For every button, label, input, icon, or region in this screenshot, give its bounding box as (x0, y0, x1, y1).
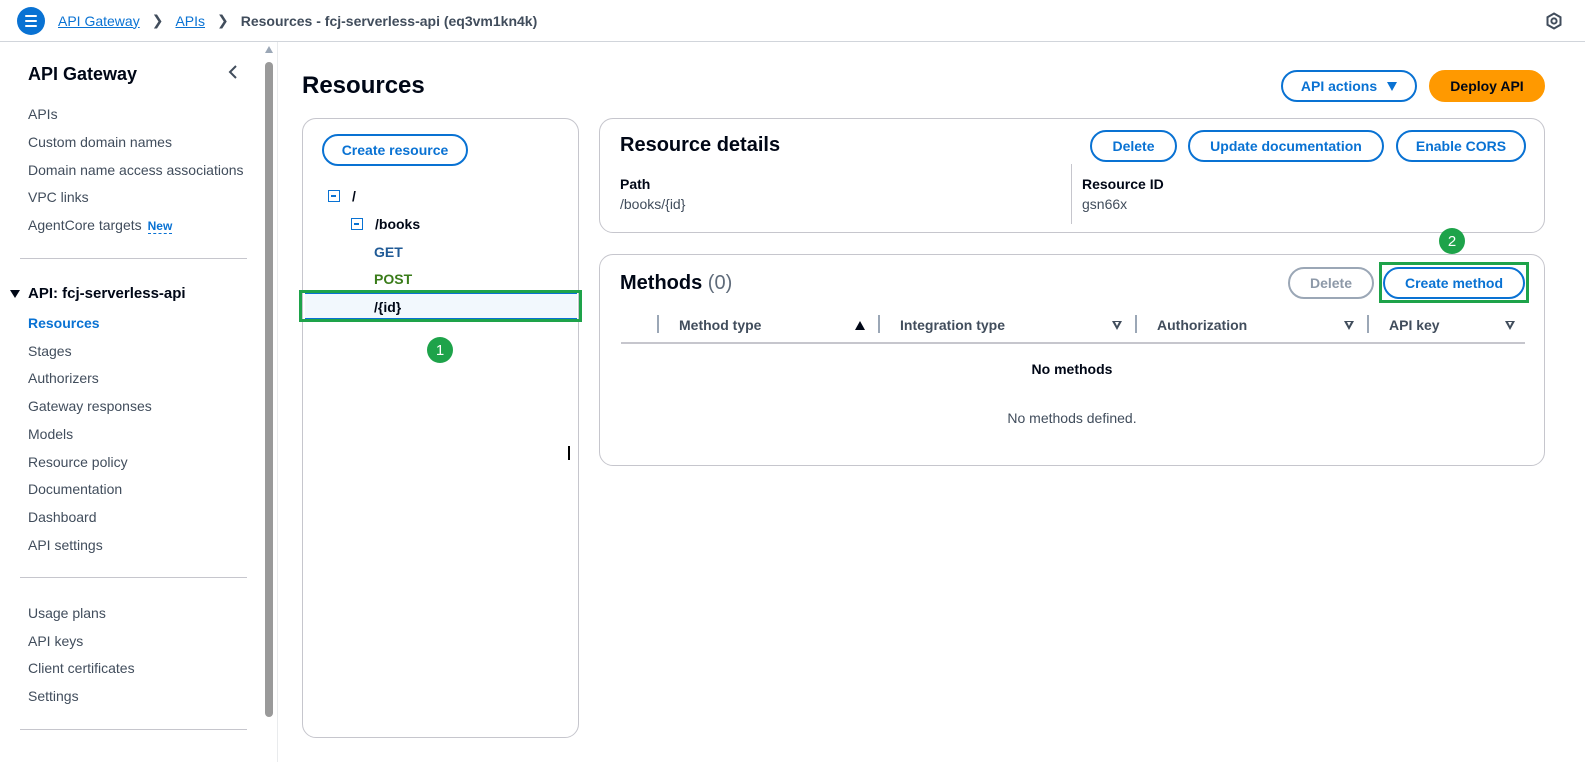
sidebar-item-agentcore-targets[interactable]: AgentCore targets New (28, 217, 173, 234)
api-actions-button[interactable]: API actions (1281, 70, 1417, 102)
column-header-authorization[interactable]: Authorization (1157, 317, 1247, 333)
tree-item-books[interactable]: /books (351, 216, 420, 232)
divider (20, 258, 247, 259)
column-header-integration-type[interactable]: Integration type (900, 317, 1005, 333)
scrollbar-thumb[interactable] (265, 62, 273, 717)
methods-title-label: Methods (620, 272, 703, 294)
create-resource-button[interactable]: Create resource (322, 134, 468, 166)
tree-item-label: /books (375, 216, 421, 232)
top-navigation: API Gateway ❯ APIs ❯ Resources - fcj-ser… (0, 0, 1585, 42)
empty-state-title: No methods (1031, 361, 1113, 377)
sidebar-section-api[interactable]: API: fcj-serverless-api (10, 285, 186, 302)
side-navigation: API Gateway APIs Custom domain names Dom… (0, 42, 278, 762)
sidebar-item-gateway-responses[interactable]: Gateway responses (28, 398, 152, 414)
methods-title: Methods (0) (620, 272, 732, 295)
methods-count: (0) (707, 272, 733, 294)
sidebar-item-client-certificates[interactable]: Client certificates (28, 660, 135, 676)
sidebar-item-apis[interactable]: APIs (28, 106, 58, 122)
column-divider (878, 315, 880, 333)
settings-icon[interactable] (1545, 12, 1563, 30)
sidebar-item-domain-name-access[interactable]: Domain name access associations (28, 162, 244, 178)
caret-down-icon (10, 289, 20, 298)
sidebar-item-settings[interactable]: Settings (28, 688, 79, 704)
sidebar-item-resources[interactable]: Resources (28, 315, 100, 331)
sidebar-item-models[interactable]: Models (28, 426, 73, 442)
column-divider (1135, 315, 1137, 333)
sort-ascending-icon[interactable] (855, 321, 865, 330)
sidebar-item-resource-policy[interactable]: Resource policy (28, 454, 128, 470)
tree-item-label: / (352, 188, 356, 204)
update-documentation-button[interactable]: Update documentation (1188, 130, 1384, 162)
resource-tree-panel: Create resource / /books GET POST /{id} (302, 118, 579, 738)
sort-icon[interactable] (1344, 321, 1354, 330)
step-1-badge: 1 (427, 337, 453, 363)
main-content: Resources API actions Deploy API Create … (279, 42, 1585, 762)
column-divider (1367, 315, 1369, 333)
sidebar-scrollbar[interactable] (264, 44, 274, 760)
collapse-icon[interactable] (328, 190, 340, 202)
breadcrumb-apis[interactable]: APIs (175, 13, 205, 29)
divider (1071, 164, 1072, 224)
step-1-highlight (299, 290, 582, 322)
breadcrumb: API Gateway ❯ APIs ❯ Resources - fcj-ser… (58, 12, 537, 29)
tree-item-get-method[interactable]: GET (374, 244, 403, 260)
divider (20, 577, 247, 578)
sidebar-item-vpc-links[interactable]: VPC links (28, 189, 89, 205)
sidebar-item-authorizers[interactable]: Authorizers (28, 370, 99, 386)
chevron-right-icon: ❯ (151, 12, 164, 28)
divider (20, 729, 247, 730)
collapse-icon[interactable] (351, 218, 363, 230)
sidebar-item-usage-plans[interactable]: Usage plans (28, 605, 106, 621)
column-divider (657, 315, 659, 333)
tree-item-root[interactable]: / (328, 188, 356, 204)
sidebar-title[interactable]: API Gateway (28, 64, 137, 85)
sidebar-item-api-settings[interactable]: API settings (28, 537, 103, 553)
resource-details-panel: Resource details Delete Update documenta… (599, 118, 1545, 233)
path-value: /books/{id} (620, 196, 686, 212)
breadcrumb-current: Resources - fcj-serverless-api (eq3vm1kn… (240, 12, 538, 29)
empty-state-description: No methods defined. (1007, 410, 1137, 426)
sidebar-item-documentation[interactable]: Documentation (28, 481, 122, 497)
page-title: Resources (302, 72, 425, 99)
new-badge: New (147, 219, 173, 234)
sidebar-item-label: AgentCore targets (28, 217, 142, 233)
step-2-badge: 2 (1439, 228, 1465, 254)
resource-id-label: Resource ID (1082, 176, 1164, 192)
sidebar-item-dashboard[interactable]: Dashboard (28, 509, 97, 525)
step-2-highlight (1379, 262, 1529, 303)
resource-id-value: gsn66x (1082, 196, 1128, 212)
sort-icon[interactable] (1112, 321, 1122, 330)
chevron-right-icon: ❯ (217, 12, 229, 28)
path-label: Path (620, 176, 651, 192)
delete-method-button[interactable]: Delete (1288, 267, 1374, 299)
tree-item-post-method[interactable]: POST (374, 271, 412, 287)
delete-resource-button[interactable]: Delete (1090, 130, 1177, 162)
deploy-api-button[interactable]: Deploy API (1429, 70, 1545, 102)
sidebar-item-custom-domain-names[interactable]: Custom domain names (28, 134, 172, 150)
api-actions-label: API actions (1300, 78, 1378, 94)
resource-details-title: Resource details (620, 134, 781, 156)
scroll-up-arrow-icon[interactable] (265, 46, 273, 53)
table-header-underline (621, 342, 1525, 344)
sidebar-item-stages[interactable]: Stages (28, 343, 72, 359)
column-header-method-type[interactable]: Method type (679, 317, 761, 333)
hamburger-menu-icon[interactable] (17, 7, 45, 35)
chevron-left-icon[interactable] (226, 65, 240, 79)
column-header-api-key[interactable]: API key (1389, 317, 1440, 333)
caret-down-icon (1387, 81, 1398, 91)
enable-cors-button[interactable]: Enable CORS (1396, 130, 1526, 162)
sort-icon[interactable] (1505, 321, 1515, 330)
breadcrumb-api-gateway[interactable]: API Gateway (58, 13, 140, 29)
sidebar-item-api-keys[interactable]: API keys (28, 633, 83, 649)
sidebar-section-label: API: fcj-serverless-api (28, 285, 186, 302)
text-cursor (568, 446, 570, 460)
